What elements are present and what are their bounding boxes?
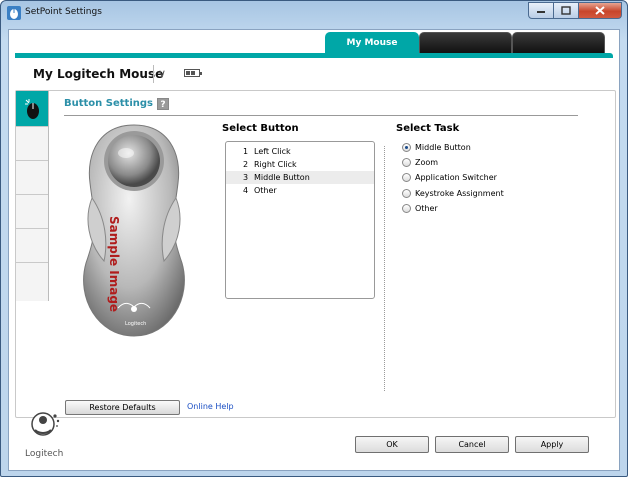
tab-label: My Mouse: [346, 38, 398, 48]
select-button-title: Select Button: [222, 123, 299, 134]
sidetab-button-settings[interactable]: [16, 91, 48, 127]
title-bar[interactable]: SetPoint Settings: [1, 1, 627, 27]
task-option-other[interactable]: Other: [402, 204, 438, 213]
list-item[interactable]: 1 Left Click: [226, 145, 374, 158]
sidetab-3[interactable]: [16, 161, 48, 195]
device-separator: [153, 65, 154, 83]
window-frame: SetPoint Settings My Mouse My Logitech M…: [0, 0, 628, 477]
item-number: 2: [243, 160, 249, 169]
sidetab-4[interactable]: [16, 195, 48, 229]
minimize-button[interactable]: [528, 2, 554, 19]
help-icon[interactable]: ?: [157, 98, 169, 110]
chevron-down-icon[interactable]: ∨: [158, 67, 166, 80]
logitech-logo-text: Logitech: [25, 449, 64, 459]
task-option-zoom[interactable]: Zoom: [402, 158, 438, 167]
apply-button[interactable]: Apply: [515, 436, 589, 453]
list-item-selected[interactable]: 3 Middle Button: [226, 171, 374, 184]
sidetab-6[interactable]: [16, 263, 48, 297]
ok-button[interactable]: OK: [355, 436, 429, 453]
tab-underline: [15, 53, 613, 58]
task-label: Zoom: [415, 158, 439, 167]
task-label: Middle Button: [415, 143, 471, 152]
item-label: Left Click: [254, 147, 291, 156]
radio-selected[interactable]: [402, 143, 411, 152]
task-label: Other: [415, 204, 438, 213]
task-option-keystroke[interactable]: Keystroke Assignment: [402, 189, 504, 198]
maximize-button[interactable]: [554, 2, 579, 19]
item-number: 4: [243, 186, 249, 195]
close-button[interactable]: [579, 2, 622, 19]
select-task-title: Select Task: [396, 123, 460, 134]
task-option-app-switcher[interactable]: Application Switcher: [402, 173, 497, 182]
radio[interactable]: [402, 158, 411, 167]
settings-panel: Button Settings ? Sample Image Logitech …: [15, 90, 616, 418]
logitech-logo-icon: [31, 412, 60, 436]
minimize-icon: [537, 10, 545, 13]
button-list[interactable]: 1 Left Click 2 Right Click 3 Middle Button …: [225, 141, 375, 299]
mouse-icon: [25, 98, 39, 119]
list-item[interactable]: 4 Other: [226, 184, 374, 197]
close-icon: [595, 6, 605, 15]
radio[interactable]: [402, 204, 411, 213]
item-label: Right Click: [254, 160, 297, 169]
sidetab-5[interactable]: [16, 229, 48, 263]
item-number: 3: [243, 173, 249, 182]
cancel-button[interactable]: Cancel: [435, 436, 509, 453]
item-label: Other: [254, 186, 277, 195]
side-tabs: [16, 91, 49, 301]
task-label: Keystroke Assignment: [415, 189, 504, 198]
mouse-sample-image: [83, 124, 185, 337]
mouse-brand-label: Logitech: [125, 321, 147, 327]
client-area: My Mouse My Logitech Mouse ∨ Button Sett…: [8, 29, 620, 471]
task-option-middle-button[interactable]: Middle Button: [402, 143, 471, 152]
device-name: My Logitech Mouse: [33, 67, 164, 81]
battery-icon: [184, 69, 202, 77]
radio[interactable]: [402, 173, 411, 182]
list-item[interactable]: 2 Right Click: [226, 158, 374, 171]
item-number: 1: [243, 147, 249, 156]
section-divider: [64, 115, 578, 116]
online-help-link[interactable]: Online Help: [187, 402, 234, 411]
task-label: Application Switcher: [415, 173, 497, 182]
maximize-icon: [561, 6, 571, 15]
device-tabs: My Mouse: [325, 32, 605, 54]
setpoint-app-icon: [7, 6, 21, 20]
tab-device-3[interactable]: [512, 32, 605, 54]
item-label: Middle Button: [254, 173, 310, 182]
tab-device-2[interactable]: [419, 32, 512, 54]
window-title: SetPoint Settings: [25, 7, 102, 17]
sample-image-label: Sample Image: [107, 216, 121, 313]
window-controls: [528, 2, 622, 19]
tab-my-mouse[interactable]: My Mouse: [325, 32, 419, 54]
column-divider: [384, 146, 385, 391]
restore-defaults-button[interactable]: Restore Defaults: [65, 400, 180, 415]
radio[interactable]: [402, 189, 411, 198]
sidetab-2[interactable]: [16, 127, 48, 161]
section-title: Button Settings: [64, 98, 153, 109]
